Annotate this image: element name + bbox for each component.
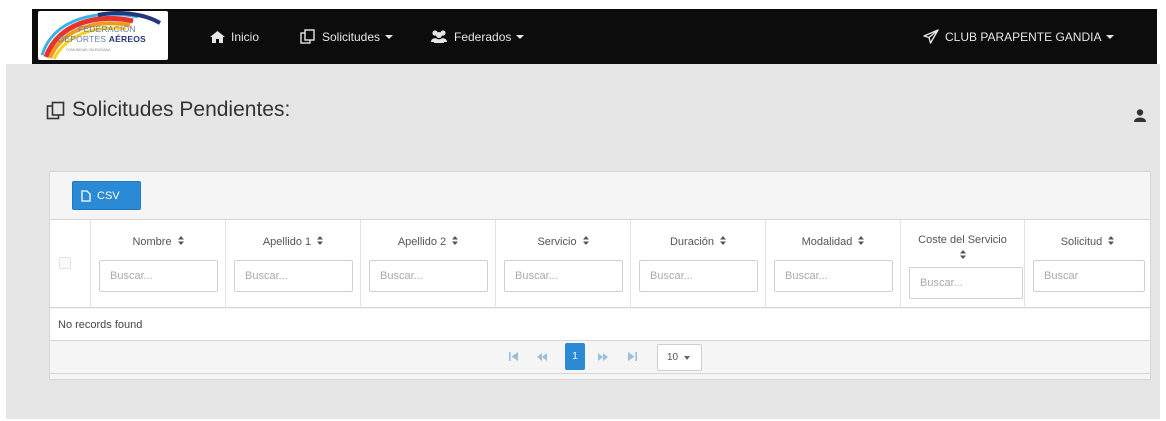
chevron-down-icon <box>1106 34 1115 39</box>
column-label: Solicitud <box>1060 236 1103 248</box>
column-label: Nombre <box>132 236 172 248</box>
select-all-column <box>50 220 90 307</box>
pagination: 1 10 <box>50 342 1150 374</box>
column-label: Apellido 2 <box>397 236 447 248</box>
nav-solicitudes[interactable]: Solicitudes <box>300 9 394 64</box>
next-page-icon[interactable] <box>596 344 610 369</box>
last-page-icon[interactable] <box>625 344 639 369</box>
page-title-text: Solicitudes Pendientes: <box>72 98 291 121</box>
nav-solicitudes-label: Solicitudes <box>322 29 381 44</box>
files-icon <box>300 29 316 44</box>
column-label: Servicio <box>537 236 577 248</box>
column-servicio: Servicio <box>495 220 630 307</box>
user-icon[interactable] <box>1134 109 1146 127</box>
filter-duracion-input[interactable] <box>639 260 758 292</box>
nav-inicio[interactable]: Inicio <box>210 9 259 64</box>
filter-solicitud-input[interactable] <box>1033 260 1145 292</box>
brand-line-2b: AÉREOS <box>108 34 146 44</box>
column-header[interactable]: Nombre <box>91 236 225 248</box>
column-apellido-1: Apellido 1 <box>225 220 360 307</box>
paper-plane-icon <box>923 29 939 44</box>
column-label: Coste del Servicio <box>918 234 1007 246</box>
filter-coste-input[interactable] <box>909 267 1023 299</box>
top-navbar: FEDERACIÓN DEPORTES AÉREOS COMUNIDAD VAL… <box>32 9 1157 64</box>
column-apellido-2: Apellido 2 <box>360 220 495 307</box>
home-icon <box>210 30 225 43</box>
column-modalidad: Modalidad <box>765 220 900 307</box>
empty-message: No records found <box>50 309 1150 341</box>
chevron-down-icon <box>684 355 691 360</box>
brand-line-3: COMUNIDAD VALENCIANA <box>66 48 111 52</box>
select-all-checkbox[interactable] <box>59 257 71 269</box>
sort-icon <box>317 236 324 248</box>
nav-inicio-label: Inicio <box>231 29 260 44</box>
sort-icon <box>1108 236 1115 248</box>
column-header[interactable]: Apellido 2 <box>361 236 495 248</box>
column-solicitud: Solicitud <box>1024 220 1150 307</box>
rows-per-page-select[interactable]: 10 <box>657 344 702 371</box>
page-title: Solicitudes Pendientes: <box>46 98 290 122</box>
column-nombre: Nombre <box>90 220 225 307</box>
page-number-button[interactable]: 1 <box>565 343 585 370</box>
table-header: Nombre Apellido 1 Apellido 2 Servicio Du… <box>50 219 1150 308</box>
column-header[interactable]: Modalidad <box>766 236 900 248</box>
brand-line-2: DEPORTES AÉREOS <box>58 34 146 44</box>
brand-line-2a: DEPORTES <box>58 34 109 44</box>
nav-club-label: CLUB PARAPENTE GANDIA <box>945 29 1102 44</box>
column-label: Duración <box>669 236 715 248</box>
requests-panel: CSV Nombre Apellido 1 Apellido 2 Servici… <box>49 171 1151 380</box>
sort-icon <box>959 248 966 264</box>
nav-club[interactable]: CLUB PARAPENTE GANDIA <box>923 9 1115 64</box>
file-icon <box>81 189 91 202</box>
files-icon <box>46 101 66 120</box>
page: FEDERACIÓN DEPORTES AÉREOS COMUNIDAD VAL… <box>0 0 1166 421</box>
prev-page-icon[interactable] <box>535 344 549 369</box>
csv-button-label: CSV <box>97 189 120 202</box>
filter-apellido-1-input[interactable] <box>234 260 353 292</box>
column-coste-servicio: Coste del Servicio <box>900 220 1024 307</box>
rows-per-page-value: 10 <box>667 352 679 363</box>
column-header[interactable]: Apellido 1 <box>226 236 360 248</box>
users-icon <box>430 30 448 43</box>
sort-icon <box>720 236 727 248</box>
brand-logo[interactable]: FEDERACIÓN DEPORTES AÉREOS COMUNIDAD VAL… <box>38 11 168 60</box>
csv-export-button[interactable]: CSV <box>72 181 141 210</box>
nav-federados[interactable]: Federados <box>430 9 525 64</box>
filter-nombre-input[interactable] <box>99 260 218 292</box>
sort-icon <box>858 236 865 248</box>
filter-modalidad-input[interactable] <box>774 260 893 292</box>
first-page-icon[interactable] <box>506 344 520 369</box>
chevron-down-icon <box>516 34 525 39</box>
chevron-down-icon <box>385 34 394 39</box>
sort-icon <box>177 236 184 248</box>
column-label: Modalidad <box>801 236 853 248</box>
sort-icon <box>582 236 589 248</box>
filter-servicio-input[interactable] <box>504 260 623 292</box>
column-header[interactable]: Coste del Servicio <box>901 232 1024 264</box>
filter-apellido-2-input[interactable] <box>369 260 488 292</box>
column-duracion: Duración <box>630 220 765 307</box>
column-header[interactable]: Solicitud <box>1025 236 1150 248</box>
nav-federados-label: Federados <box>454 29 512 44</box>
brand-line-1: FEDERACIÓN <box>78 24 136 34</box>
sort-icon <box>452 236 459 248</box>
column-header[interactable]: Servicio <box>496 236 630 248</box>
column-label: Apellido 1 <box>262 236 312 248</box>
column-header[interactable]: Duración <box>631 236 765 248</box>
